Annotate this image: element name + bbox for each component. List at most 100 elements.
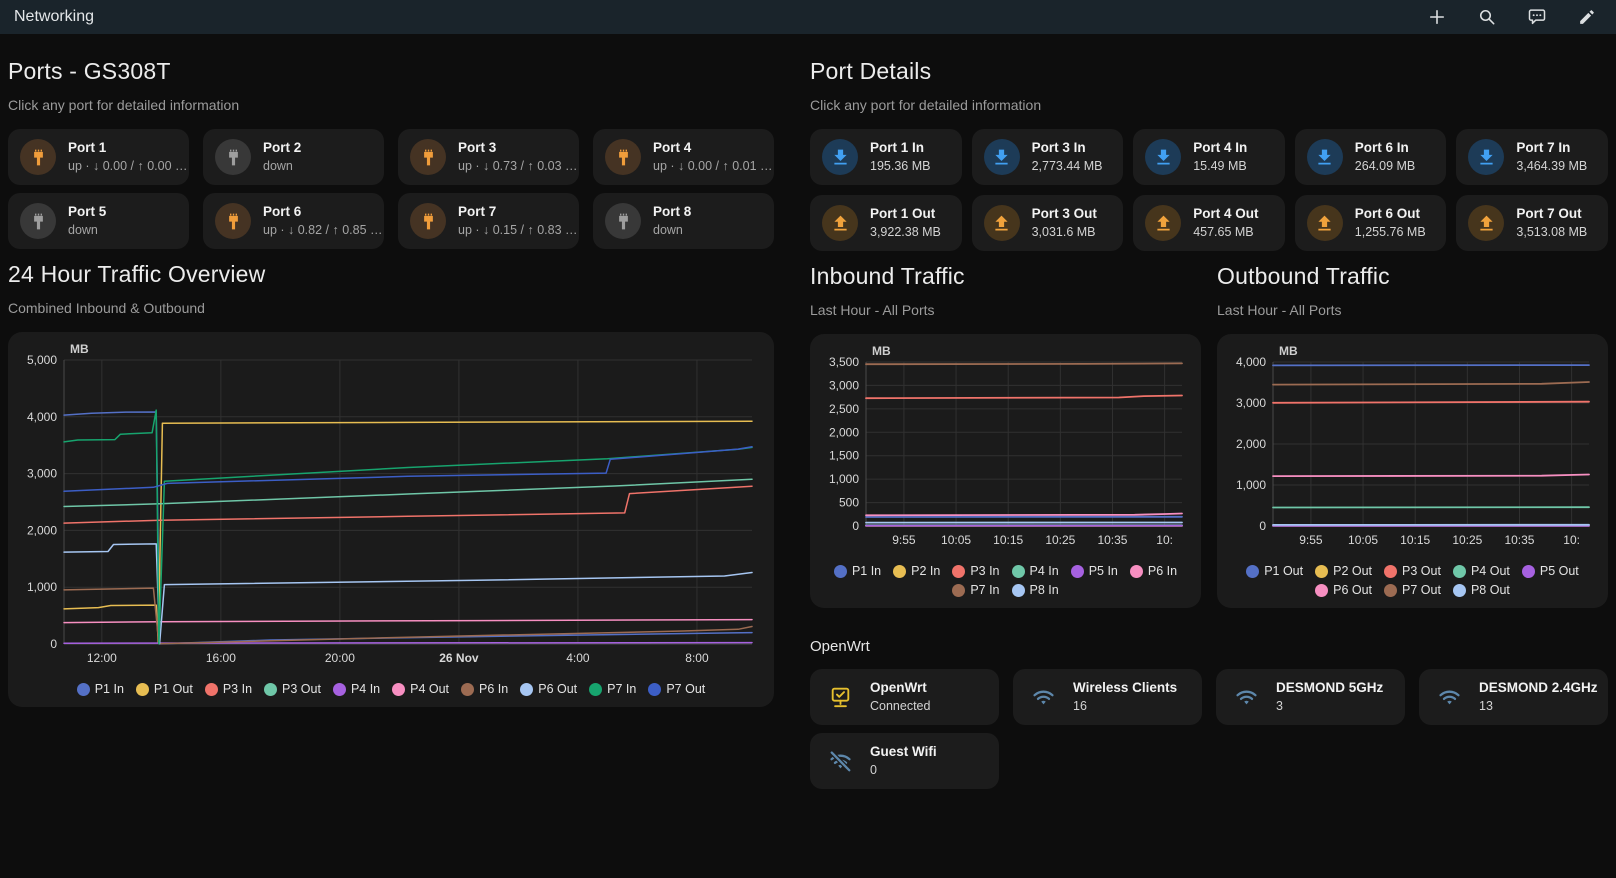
legend-dot — [1384, 583, 1398, 597]
legend-label: P1 In — [851, 564, 882, 578]
legend-item-p7-out[interactable]: P7 Out — [1384, 583, 1441, 597]
svg-text:9:55: 9:55 — [1299, 533, 1323, 547]
ethernet-icon — [20, 203, 56, 239]
port-status: down — [263, 159, 293, 173]
port-tile-4[interactable]: Port 4 up · ↓ 0.00 / ↑ 0.01 … — [593, 129, 774, 185]
legend-item-p6-in[interactable]: P6 In — [461, 682, 508, 696]
port-status: up · ↓ 0.73 / ↑ 0.03 … — [458, 159, 578, 173]
pencil-icon — [1577, 7, 1597, 27]
detail-value: 264.09 MB — [1354, 159, 1416, 173]
legend-label: P4 In — [1029, 564, 1059, 578]
search-button[interactable] — [1476, 6, 1498, 28]
port1-out-tile[interactable]: Port 1 Out 3,922.38 MB — [810, 195, 962, 251]
port-tile-2[interactable]: Port 2 down — [203, 129, 384, 185]
legend-item-p2-in[interactable]: P2 In — [893, 564, 940, 578]
legend-item-p4-out[interactable]: P4 Out — [392, 682, 449, 696]
detail-name: Port 4 Out — [1193, 206, 1259, 221]
assist-button[interactable] — [1526, 6, 1548, 28]
port-details-title: Port Details — [810, 58, 932, 84]
port-name: Port 3 — [458, 140, 497, 155]
legend-item-p3-in[interactable]: P3 In — [952, 564, 1000, 578]
legend-item-p8-out[interactable]: P8 Out — [1452, 583, 1510, 597]
legend-item-p6-in[interactable]: P6 In — [1129, 564, 1177, 578]
svg-text:10:25: 10:25 — [1452, 533, 1482, 547]
port3-out-tile[interactable]: Port 3 Out 3,031.6 MB — [971, 195, 1124, 251]
legend-label: P1 Out — [153, 682, 193, 696]
svg-text:3,500: 3,500 — [829, 355, 859, 369]
openwrt-status-tile[interactable]: OpenWrt Connected — [810, 669, 999, 725]
port7-in-tile[interactable]: Port 7 In 3,464.39 MB — [1456, 129, 1608, 185]
port7-out-tile[interactable]: Port 7 Out 3,513.08 MB — [1456, 195, 1608, 251]
port3-in-tile[interactable]: Port 3 In 2,773.44 MB — [971, 129, 1124, 185]
port-tile-1[interactable]: Port 1 up · ↓ 0.00 / ↑ 0.00 … — [8, 129, 189, 185]
legend-item-p7-out[interactable]: P7 Out — [648, 682, 705, 696]
ethernet-icon — [605, 139, 641, 175]
detail-name: Port 1 Out — [870, 206, 936, 221]
legend-label: P1 Out — [1264, 564, 1304, 578]
detail-value: 3,031.6 MB — [1031, 225, 1096, 239]
desmond-5ghz-tile[interactable]: DESMOND 5GHz 3 — [1216, 669, 1405, 725]
desmond-24ghz-tile[interactable]: DESMOND 2.4GHz 13 — [1419, 669, 1608, 725]
inbound-chart-card[interactable]: 9:55 10:05 10:15 10:25 10:35 10: 3,500 3,000 2,5… — [810, 334, 1201, 608]
svg-text:10:05: 10:05 — [1348, 533, 1378, 547]
port-tile-3[interactable]: Port 3 up · ↓ 0.73 / ↑ 0.03 … — [398, 129, 579, 185]
legend-item-p6-out[interactable]: P6 Out — [1315, 583, 1372, 597]
svg-text:9:55: 9:55 — [892, 533, 916, 547]
legend-item-p1-out[interactable]: P1 Out — [135, 682, 193, 696]
page-title: Networking — [14, 8, 95, 25]
ethernet-icon — [410, 203, 446, 239]
port4-out-tile[interactable]: Port 4 Out 457.65 MB — [1133, 195, 1285, 251]
chart-canvas: 12:00 16:00 20:00 26 Nov 4:00 8:00 5,000 4,000 3… — [27, 342, 753, 665]
svg-text:5,000: 5,000 — [27, 353, 57, 367]
port-tile-7[interactable]: Port 7 up · ↓ 0.15 / ↑ 0.83 … — [398, 193, 579, 249]
ow-value: 16 — [1073, 699, 1087, 713]
download-icon — [1468, 139, 1505, 175]
svg-text:10:05: 10:05 — [941, 533, 971, 547]
port-tile-8[interactable]: Port 8 down — [593, 193, 774, 249]
legend-item-p4-in[interactable]: P4 In — [332, 682, 381, 696]
legend-item-p3-in[interactable]: P3 In — [204, 682, 252, 696]
legend-item-p7-in[interactable]: P7 In — [952, 583, 1000, 597]
port6-out-tile[interactable]: Port 6 Out 1,255.76 MB — [1294, 195, 1447, 251]
outbound-chart-card[interactable]: 9:55 10:05 10:15 10:25 10:35 10: 4,000 3,000 2,0… — [1217, 334, 1608, 608]
legend-item-p4-in[interactable]: P4 In — [1011, 564, 1059, 578]
legend-label: P8 In — [1029, 583, 1059, 597]
legend-item-p4-out[interactable]: P4 Out — [1452, 564, 1510, 578]
svg-text:12:00: 12:00 — [87, 651, 117, 665]
download-icon — [822, 139, 858, 175]
port1-in-tile[interactable]: Port 1 In 195.36 MB — [810, 129, 962, 185]
legend-item-p1-out[interactable]: P1 Out — [1246, 564, 1303, 578]
ports-section-title: Ports - GS308T — [8, 58, 171, 84]
assist-chat-icon — [1527, 7, 1547, 27]
svg-text:2,000: 2,000 — [1236, 437, 1266, 451]
port6-in-tile[interactable]: Port 6 In 264.09 MB — [1294, 129, 1447, 185]
detail-name: Port 7 In — [1516, 140, 1571, 155]
ethernet-icon — [605, 203, 641, 239]
port-tile-6[interactable]: Port 6 up · ↓ 0.82 / ↑ 0.85 … — [203, 193, 384, 249]
legend-label: P2 In — [911, 564, 941, 578]
add-button[interactable] — [1426, 6, 1448, 28]
legend-label: P4 In — [350, 682, 381, 696]
legend-item-p1-in[interactable]: P1 In — [76, 682, 124, 696]
legend-item-p2-out[interactable]: P2 Out — [1315, 564, 1372, 578]
legend-dot — [461, 682, 475, 696]
legend-item-p1-in[interactable]: P1 In — [833, 564, 882, 578]
svg-text:8:00: 8:00 — [685, 651, 709, 665]
legend-item-p5-in[interactable]: P5 In — [1070, 564, 1118, 578]
guest-wifi-tile[interactable]: Guest Wifi 0 — [810, 733, 999, 789]
legend-item-p5-out[interactable]: P5 Out — [1521, 564, 1579, 578]
svg-text:2,500: 2,500 — [829, 402, 859, 416]
wireless-clients-tile[interactable]: Wireless Clients 16 — [1013, 669, 1202, 725]
traffic24-chart-card[interactable]: 12:00 16:00 20:00 26 Nov 4:00 8:00 5,000 4,000 3… — [8, 332, 774, 707]
port-tile-5[interactable]: Port 5 down — [8, 193, 189, 249]
legend-item-p7-in[interactable]: P7 In — [589, 682, 636, 696]
download-icon — [1145, 139, 1182, 175]
port4-in-tile[interactable]: Port 4 In 15.49 MB — [1133, 129, 1285, 185]
legend-item-p3-out[interactable]: P3 Out — [1384, 564, 1441, 578]
svg-text:10:35: 10:35 — [1504, 533, 1534, 547]
port-status: up · ↓ 0.15 / ↑ 0.83 … — [458, 223, 578, 237]
legend-item-p6-out[interactable]: P6 Out — [520, 682, 577, 696]
legend-item-p3-out[interactable]: P3 Out — [264, 682, 321, 696]
edit-dashboard-button[interactable] — [1576, 6, 1598, 28]
legend-item-p8-in[interactable]: P8 In — [1011, 583, 1059, 597]
